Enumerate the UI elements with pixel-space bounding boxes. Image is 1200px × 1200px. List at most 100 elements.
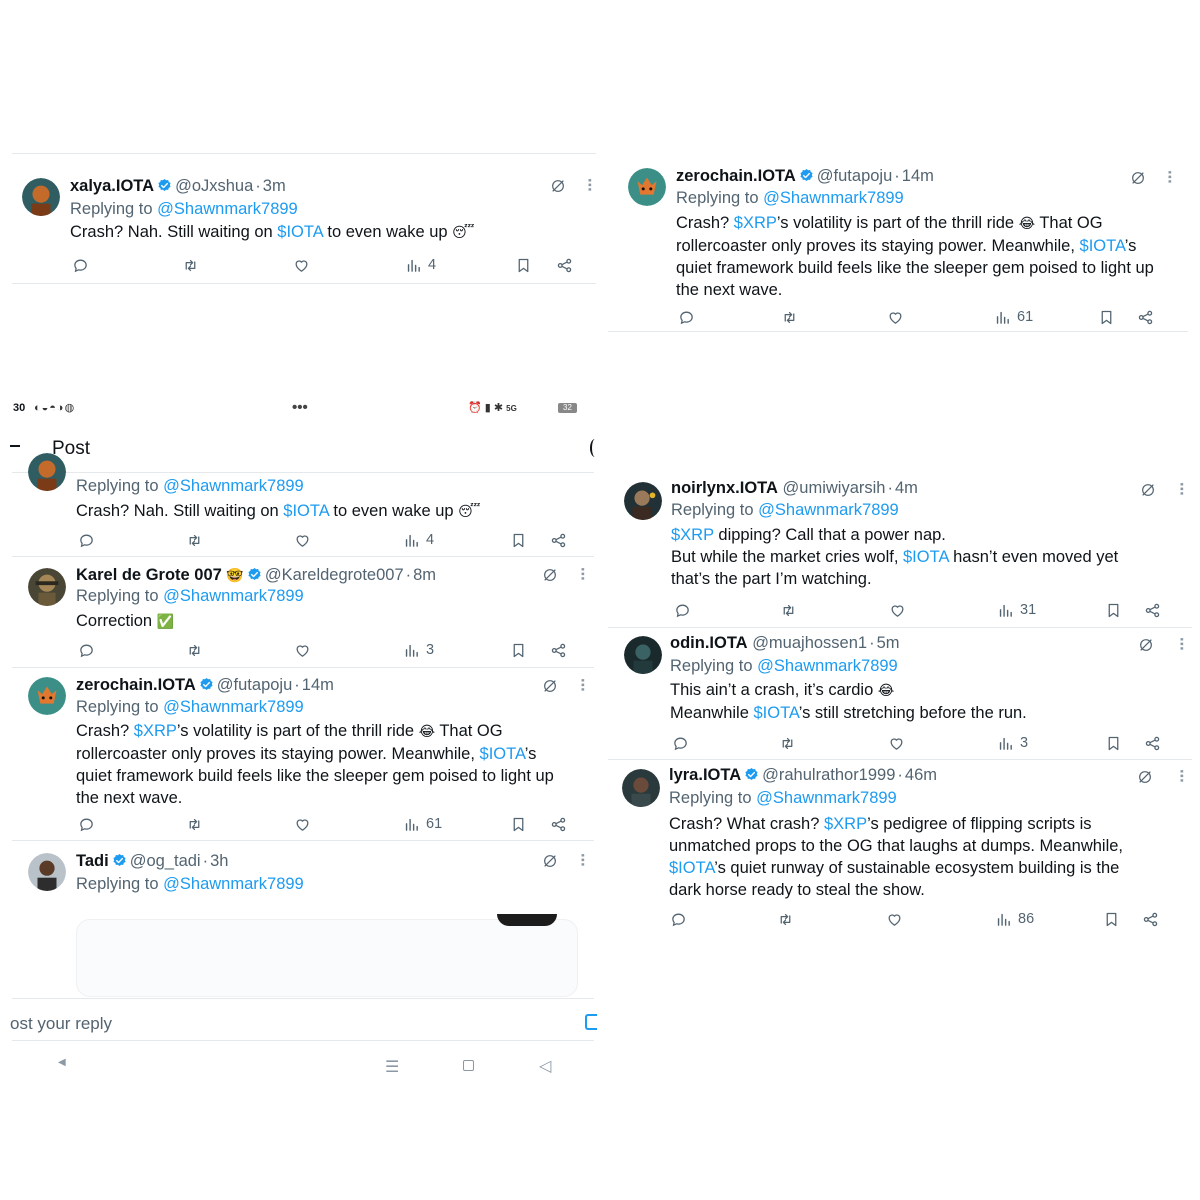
more-options-icon[interactable]: ⋯ [582, 178, 596, 191]
back-arrow-icon[interactable] [10, 445, 20, 447]
bookmark-button[interactable] [1105, 601, 1122, 619]
author-handle[interactable]: @oJxshua [175, 177, 253, 195]
author-name[interactable]: noirlynx.IOTA [671, 479, 778, 497]
grok-icon[interactable] [1138, 637, 1154, 653]
more-options-icon[interactable]: ⋯ [575, 678, 591, 691]
mention-link[interactable]: @Shawnmark7899 [163, 698, 304, 716]
retweet-button[interactable] [779, 734, 796, 752]
timestamp[interactable]: 5m [877, 634, 900, 652]
image-attach-icon[interactable] [585, 1014, 597, 1030]
grok-icon[interactable] [542, 678, 558, 694]
tweet-zerochain[interactable]: zerochain.IOTA @futapoju · 14m ⋯ Replying t… [12, 669, 594, 841]
system-back-small-icon[interactable]: ◀ [58, 1057, 66, 1068]
author-handle[interactable]: @umiwiyarsih [783, 479, 886, 497]
author-handle[interactable]: @rahulrathor1999 [762, 766, 895, 784]
avatar[interactable] [28, 853, 66, 891]
grok-icon[interactable] [542, 853, 558, 869]
reply-button[interactable] [672, 734, 689, 752]
author-handle[interactable]: @Kareldegrote007 [265, 566, 404, 584]
cashtag-link[interactable]: $IOTA [1080, 237, 1125, 255]
views-button[interactable]: 4 [405, 256, 436, 274]
cashtag-link[interactable]: $IOTA [903, 548, 949, 566]
tweet-karel[interactable]: Karel de Grote 007 🤓 @Kareldegrote007 · 8m … [12, 558, 594, 668]
like-button[interactable] [294, 815, 311, 833]
reply-button[interactable] [78, 531, 95, 549]
cashtag-link[interactable]: $IOTA [669, 859, 714, 877]
grok-header-icon[interactable] [590, 439, 600, 457]
bookmark-button[interactable] [510, 531, 527, 549]
more-options-icon[interactable]: ⋯ [1174, 769, 1190, 782]
views-button[interactable]: 61 [403, 815, 442, 833]
views-button[interactable]: 61 [994, 308, 1033, 326]
mention-link[interactable]: @Shawnmark7899 [163, 587, 304, 605]
more-options-icon[interactable]: ⋯ [575, 567, 591, 580]
retweet-button[interactable] [186, 815, 203, 833]
tweet-xalya-partial[interactable]: Replying to @Shawnmark7899 Crash? Nah. S… [12, 453, 594, 557]
author-name[interactable]: zerochain.IOTA [676, 167, 796, 185]
more-options-icon[interactable]: ⋯ [1162, 170, 1178, 183]
share-button[interactable] [1142, 910, 1159, 928]
timestamp[interactable]: 3h [210, 852, 228, 870]
avatar[interactable] [622, 769, 660, 807]
avatar[interactable] [628, 168, 666, 206]
home-button-icon[interactable] [463, 1060, 474, 1071]
retweet-button[interactable] [777, 910, 794, 928]
grok-icon[interactable] [1130, 170, 1146, 186]
views-button[interactable]: 3 [403, 641, 434, 659]
avatar[interactable] [28, 677, 66, 715]
tweet-zerochain[interactable]: zerochain.IOTA @futapoju · 14m ⋯ Replying t… [608, 160, 1188, 332]
retweet-button[interactable] [186, 641, 203, 659]
share-button[interactable] [556, 256, 573, 274]
more-options-icon[interactable]: ⋯ [1174, 637, 1190, 650]
views-button[interactable]: 86 [995, 910, 1034, 928]
mention-link[interactable]: @Shawnmark7899 [163, 875, 304, 893]
retweet-button[interactable] [781, 308, 798, 326]
cashtag-link[interactable]: $XRP [134, 722, 177, 740]
tweet-odin[interactable]: odin.IOTA @muajhossen1 · 5m ⋯ Replying to … [608, 629, 1192, 760]
author-handle[interactable]: @muajhossen1 [752, 634, 867, 652]
avatar[interactable] [28, 568, 66, 606]
author-name[interactable]: zerochain.IOTA [76, 676, 196, 694]
retweet-button[interactable] [182, 256, 199, 274]
grok-icon[interactable] [1140, 482, 1156, 498]
cashtag-link[interactable]: $XRP [671, 526, 714, 544]
views-button[interactable]: 3 [997, 734, 1028, 752]
timestamp[interactable]: 3m [263, 177, 286, 195]
like-button[interactable] [887, 308, 904, 326]
reply-button[interactable] [78, 815, 95, 833]
avatar[interactable] [624, 482, 662, 520]
tweet-noirlynx[interactable]: noirlynx.IOTA @umiwiyarsih · 4m ⋯ Replying… [608, 470, 1192, 628]
reply-input[interactable]: ost your reply [10, 1014, 112, 1034]
more-options-icon[interactable]: ⋯ [575, 853, 591, 866]
avatar[interactable] [624, 636, 662, 674]
bookmark-button[interactable] [510, 641, 527, 659]
like-button[interactable] [294, 641, 311, 659]
cashtag-link[interactable]: $IOTA [480, 745, 525, 763]
author-name[interactable]: lyra.IOTA [669, 766, 741, 784]
mention-link[interactable]: @Shawnmark7899 [763, 189, 904, 207]
reply-button[interactable] [72, 256, 89, 274]
cashtag-link[interactable]: $IOTA [753, 704, 798, 722]
share-button[interactable] [550, 815, 567, 833]
views-button[interactable]: 4 [403, 531, 434, 549]
tweet-tadi[interactable]: Tadi @og_tadi · 3h ⋯ Replying to @Shawnmark… [12, 847, 594, 997]
mention-link[interactable]: @Shawnmark7899 [756, 789, 897, 807]
mention-link[interactable]: @Shawnmark7899 [758, 501, 899, 519]
author-handle[interactable]: @og_tadi [130, 852, 201, 870]
timestamp[interactable]: 8m [413, 566, 436, 584]
mention-link[interactable]: @Shawnmark7899 [757, 657, 898, 675]
cashtag-link[interactable]: $XRP [734, 214, 777, 232]
author-name[interactable]: odin.IOTA [670, 634, 748, 652]
like-button[interactable] [889, 601, 906, 619]
views-button[interactable]: 31 [997, 601, 1036, 619]
tweet-lyra[interactable]: lyra.IOTA @rahulrathor1999 · 46m ⋯ Replying… [608, 761, 1192, 936]
retweet-button[interactable] [780, 601, 797, 619]
more-options-icon[interactable]: ⋯ [1174, 482, 1190, 495]
grok-icon[interactable] [1137, 769, 1153, 785]
share-button[interactable] [550, 531, 567, 549]
bookmark-button[interactable] [1103, 910, 1120, 928]
like-button[interactable] [886, 910, 903, 928]
reply-button[interactable] [678, 308, 695, 326]
timestamp[interactable]: 46m [905, 766, 937, 784]
like-button[interactable] [293, 256, 310, 274]
